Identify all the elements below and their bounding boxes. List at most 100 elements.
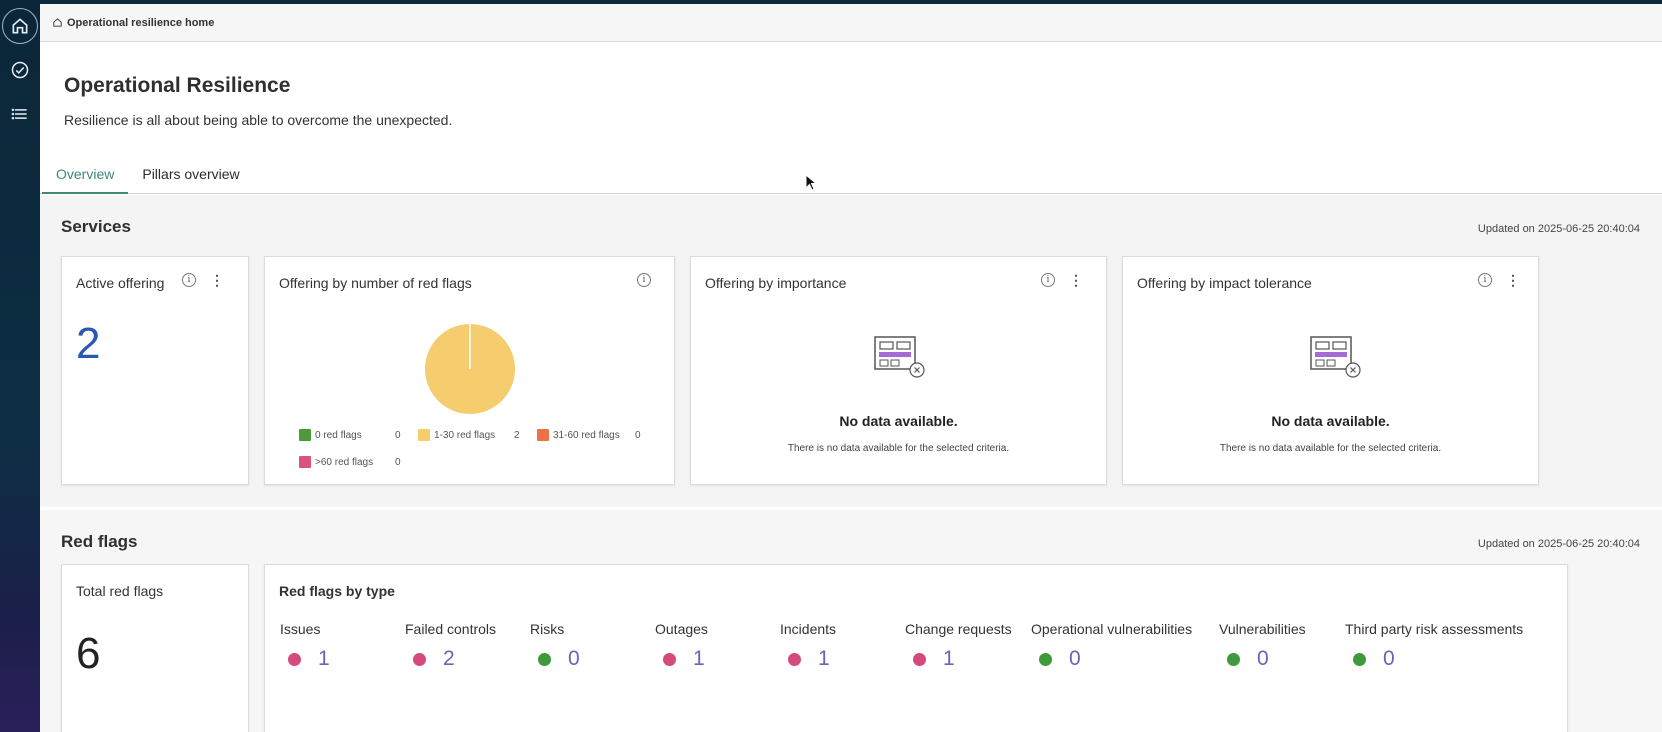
legend-swatch <box>537 429 549 441</box>
info-icon[interactable]: i <box>637 273 651 287</box>
legend-swatch <box>299 429 311 441</box>
red-flag-type-value[interactable]: 0 <box>1227 647 1269 671</box>
legend-item[interactable]: >60 red flags 0 <box>299 456 401 468</box>
kebab-menu-icon[interactable]: ⋮ <box>1506 273 1520 287</box>
info-icon[interactable]: i <box>1041 273 1055 287</box>
services-updated: Updated on 2025-06-25 20:40:04 <box>1477 223 1640 235</box>
services-title: Services <box>61 217 131 236</box>
card-title: Offering by importance <box>705 275 847 291</box>
status-dot <box>288 652 301 666</box>
red-flag-count: 0 <box>1257 647 1269 670</box>
legend-label: >60 red flags <box>315 456 374 468</box>
no-data-subtitle: There is no data available for the selec… <box>1219 443 1442 454</box>
no-data-title: No data available. <box>839 413 958 429</box>
no-data-message: No data available. There is no data avai… <box>1123 413 1538 454</box>
home-small-icon <box>53 18 62 27</box>
red-flags-by-type-card: Red flags by type Issues 1 Failed controls… <box>264 564 1568 732</box>
card-title: Offering by number of red flags <box>279 275 472 291</box>
page-header: Operational Resilience Resilience is all… <box>64 74 452 128</box>
legend-value: 0 <box>395 429 401 441</box>
red-flags-pie-chart[interactable] <box>420 319 520 419</box>
menu-icon[interactable] <box>2 96 38 132</box>
legend-swatch <box>418 429 430 441</box>
legend-item[interactable]: 0 red flags 0 <box>299 429 401 441</box>
home-icon[interactable] <box>2 8 38 44</box>
red-flag-type-label: Incidents <box>780 621 837 637</box>
red-flag-count: 0 <box>1383 647 1395 670</box>
legend-value: 0 <box>635 429 641 441</box>
red-flag-type-label: Vulnerabilities <box>1219 621 1306 637</box>
red-flag-type-value[interactable]: 1 <box>788 647 830 671</box>
info-icon[interactable]: i <box>182 273 196 287</box>
tab-pillars-overview[interactable]: Pillars overview <box>128 160 253 194</box>
red-flag-count: 1 <box>818 647 830 670</box>
tab-bar: Overview Pillars overview <box>40 160 1662 194</box>
red-flag-type-value[interactable]: 1 <box>663 647 705 671</box>
red-flag-type-label: Third party risk assessments <box>1345 621 1524 637</box>
status-dot <box>788 652 801 666</box>
red-flag-type-value[interactable]: 0 <box>1039 647 1081 671</box>
legend-label: 1-30 red flags <box>434 429 496 441</box>
red-flag-type-value[interactable]: 0 <box>1353 647 1395 671</box>
red-flag-type-value[interactable]: 1 <box>288 647 330 671</box>
red-flag-type-label: Operational vulnerabilities <box>1031 621 1193 637</box>
no-data-title: No data available. <box>1271 413 1390 429</box>
red-flag-type-value[interactable]: 0 <box>538 647 580 671</box>
legend-label: 0 red flags <box>315 429 362 441</box>
offering-importance-card: Offering by importance i ⋮ No data avail… <box>690 256 1107 485</box>
offering-impact-tolerance-card: Offering by impact tolerance i ⋮ No data… <box>1122 256 1539 485</box>
app-surface: Operational resilience home Operational … <box>40 4 1662 732</box>
status-dot <box>413 652 426 666</box>
active-offering-card: Active offering i ⋮ 2 <box>61 256 249 485</box>
red-flag-type-label: Failed controls <box>405 621 497 637</box>
services-section: Services Updated on 2025-06-25 20:40:04 … <box>40 195 1662 507</box>
no-data-message: No data available. There is no data avai… <box>691 413 1106 454</box>
red-flag-count: 1 <box>943 647 955 670</box>
red-flag-count: 0 <box>1069 647 1081 670</box>
kebab-menu-icon[interactable]: ⋮ <box>1069 273 1083 287</box>
red-flag-count: 1 <box>693 647 705 670</box>
kebab-menu-icon[interactable]: ⋮ <box>210 273 224 287</box>
status-dot <box>1039 652 1052 666</box>
legend-label: 31-60 red flags <box>553 429 620 441</box>
red-flag-count: 0 <box>568 647 580 670</box>
no-data-subtitle: There is no data available for the selec… <box>787 443 1010 454</box>
red-flag-type-label: Change requests <box>905 621 1012 637</box>
breadcrumb-home-link[interactable]: Operational resilience home <box>67 17 214 29</box>
red-flag-type-label: Outages <box>655 621 708 637</box>
red-flag-type-value[interactable]: 2 <box>413 647 455 671</box>
status-dot <box>1353 652 1366 666</box>
red-flag-count: 2 <box>443 647 455 670</box>
status-dot <box>538 652 551 666</box>
red-flag-count: 1 <box>318 647 330 670</box>
check-circle-icon[interactable] <box>2 52 38 88</box>
red-flag-type-label: Risks <box>530 621 565 637</box>
red-flags-updated: Updated on 2025-06-25 20:40:04 <box>1477 538 1640 550</box>
breadcrumb: Operational resilience home <box>40 4 1662 42</box>
offering-red-flags-card: Offering by number of red flags i 0 red … <box>264 256 675 485</box>
red-flag-type-value[interactable]: 1 <box>913 647 955 671</box>
card-title: Active offering <box>76 275 165 291</box>
left-rail <box>0 0 40 732</box>
legend-value: 0 <box>395 456 401 468</box>
legend-item[interactable]: 1-30 red flags 2 <box>418 429 520 441</box>
legend-swatch <box>299 456 311 468</box>
card-title: Total red flags <box>76 583 164 599</box>
red-flags-section: Red flags Updated on 2025-06-25 20:40:04… <box>40 510 1662 732</box>
page-subtitle: Resilience is all about being able to ov… <box>64 112 453 128</box>
legend-item[interactable]: 31-60 red flags 0 <box>537 429 641 441</box>
red-flags-title: Red flags <box>61 532 138 551</box>
page-title: Operational Resilience <box>64 74 291 97</box>
active-offering-value[interactable]: 2 <box>76 319 100 369</box>
legend-value: 2 <box>514 429 520 441</box>
status-dot <box>913 652 926 666</box>
total-red-flags-card: Total red flags 6 <box>61 564 249 732</box>
info-icon[interactable]: i <box>1478 273 1492 287</box>
card-title: Offering by impact tolerance <box>1137 275 1312 291</box>
card-title: Red flags by type <box>279 583 395 599</box>
total-red-flags-value[interactable]: 6 <box>76 629 100 679</box>
no-data-icon <box>1310 336 1361 378</box>
red-flag-type-label: Issues <box>280 621 321 637</box>
status-dot <box>663 652 676 666</box>
tab-overview[interactable]: Overview <box>42 160 129 194</box>
